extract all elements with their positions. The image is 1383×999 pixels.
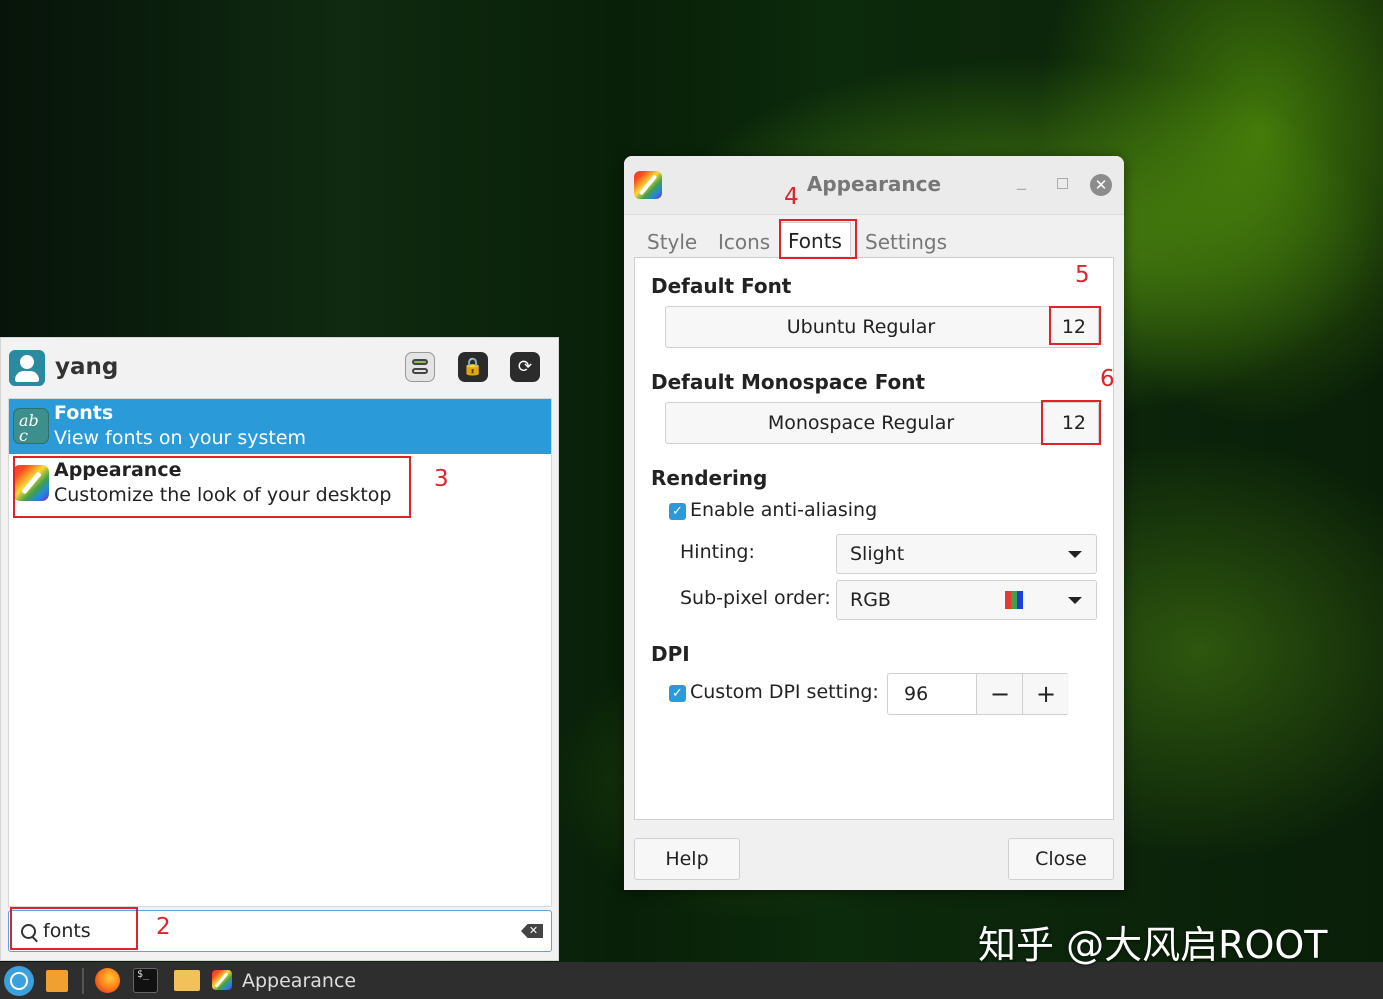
tab-settings[interactable]: Settings: [865, 230, 947, 254]
hinting-label: Hinting:: [680, 541, 755, 563]
annotation-box-2: [10, 907, 138, 950]
monospace-font-button[interactable]: Monospace Regular 12: [665, 402, 1099, 444]
dpi-heading: DPI: [651, 642, 690, 666]
subpixel-value: RGB: [850, 589, 891, 611]
user-avatar[interactable]: [9, 350, 45, 386]
rendering-heading: Rendering: [651, 466, 768, 490]
annotation-number-5: 5: [1075, 262, 1090, 288]
annotation-box-4: [779, 219, 857, 259]
appearance-dialog: Appearance _ ✕ Style Icons Fonts Setting…: [624, 156, 1124, 890]
subpixel-label: Sub-pixel order:: [680, 587, 831, 609]
clear-search-icon[interactable]: ✕: [521, 924, 543, 938]
maximize-button[interactable]: [1057, 178, 1068, 189]
close-icon: ✕: [1094, 176, 1108, 194]
default-font-button[interactable]: Ubuntu Regular 12: [665, 306, 1099, 348]
fonts-icon: ab c: [13, 408, 49, 444]
refresh-icon: ⟳: [517, 357, 533, 377]
chevron-down-icon: [1068, 597, 1082, 604]
minimize-button[interactable]: _: [1017, 170, 1026, 191]
result-fonts[interactable]: ab c Fonts View fonts on your system: [9, 399, 551, 454]
antialias-label: Enable anti-aliasing: [690, 499, 878, 521]
appearance-app-icon[interactable]: [212, 970, 232, 990]
help-button[interactable]: Help: [634, 838, 740, 880]
taskbar-window-label[interactable]: Appearance: [242, 970, 356, 992]
subpixel-select[interactable]: RGB: [836, 580, 1097, 620]
watermark: 知乎 @大风启ROOT: [978, 923, 1328, 967]
hinting-value: Slight: [850, 543, 905, 565]
antialias-checkbox[interactable]: ✓: [669, 503, 686, 520]
default-font-name: Ubuntu Regular: [786, 316, 936, 338]
rgb-subpixel-icon: [1005, 591, 1023, 609]
default-font-heading: Default Font: [651, 274, 792, 298]
annotation-box-6: [1041, 400, 1101, 445]
taskbar-separator: [82, 968, 84, 994]
user-name: yang: [55, 354, 119, 380]
annotation-number-3: 3: [434, 466, 449, 492]
lock-icon: 🔒: [462, 357, 484, 377]
window-titlebar[interactable]: Appearance _ ✕: [624, 156, 1124, 215]
custom-dpi-label: Custom DPI setting:: [690, 681, 879, 703]
window-close-button[interactable]: ✕: [1090, 174, 1112, 196]
menu-header: yang 🔒 ⟳: [1, 338, 558, 398]
result-title: Fonts: [54, 402, 114, 424]
close-button[interactable]: Close: [1008, 838, 1114, 880]
folder-icon[interactable]: [174, 970, 200, 991]
logout-button[interactable]: ⟳: [510, 352, 540, 382]
result-description: View fonts on your system: [54, 427, 307, 449]
monospace-font-heading: Default Monospace Font: [651, 370, 926, 394]
application-menu: yang 🔒 ⟳ ab c Fonts View fonts on your s…: [0, 337, 559, 961]
tab-style[interactable]: Style: [647, 230, 697, 254]
lock-screen-button[interactable]: 🔒: [458, 352, 488, 382]
fonts-tab-content: Default Font Ubuntu Regular 12 Default M…: [634, 257, 1114, 820]
dpi-value[interactable]: 96: [904, 683, 928, 705]
terminal-icon[interactable]: $_: [133, 968, 158, 993]
tab-icons[interactable]: Icons: [718, 230, 770, 254]
annotation-box-3: [13, 456, 411, 518]
hinting-select[interactable]: Slight: [836, 534, 1097, 574]
window-title: Appearance: [806, 172, 942, 196]
start-menu-button[interactable]: [4, 966, 34, 996]
chevron-down-icon: [1068, 551, 1082, 558]
dpi-increase-button[interactable]: +: [1022, 674, 1069, 714]
dpi-decrease-button[interactable]: −: [976, 674, 1023, 714]
annotation-number-6: 6: [1100, 366, 1115, 392]
annotation-number-2: 2: [156, 914, 171, 940]
show-desktop-button[interactable]: [46, 970, 68, 992]
firefox-icon[interactable]: [95, 968, 120, 993]
annotation-number-4: 4: [784, 184, 799, 210]
dpi-stepper: 96 − +: [887, 673, 1069, 715]
monospace-font-name: Monospace Regular: [767, 412, 955, 434]
system-settings-button[interactable]: [405, 352, 435, 382]
custom-dpi-checkbox[interactable]: ✓: [669, 685, 686, 702]
annotation-box-5: [1049, 306, 1101, 345]
